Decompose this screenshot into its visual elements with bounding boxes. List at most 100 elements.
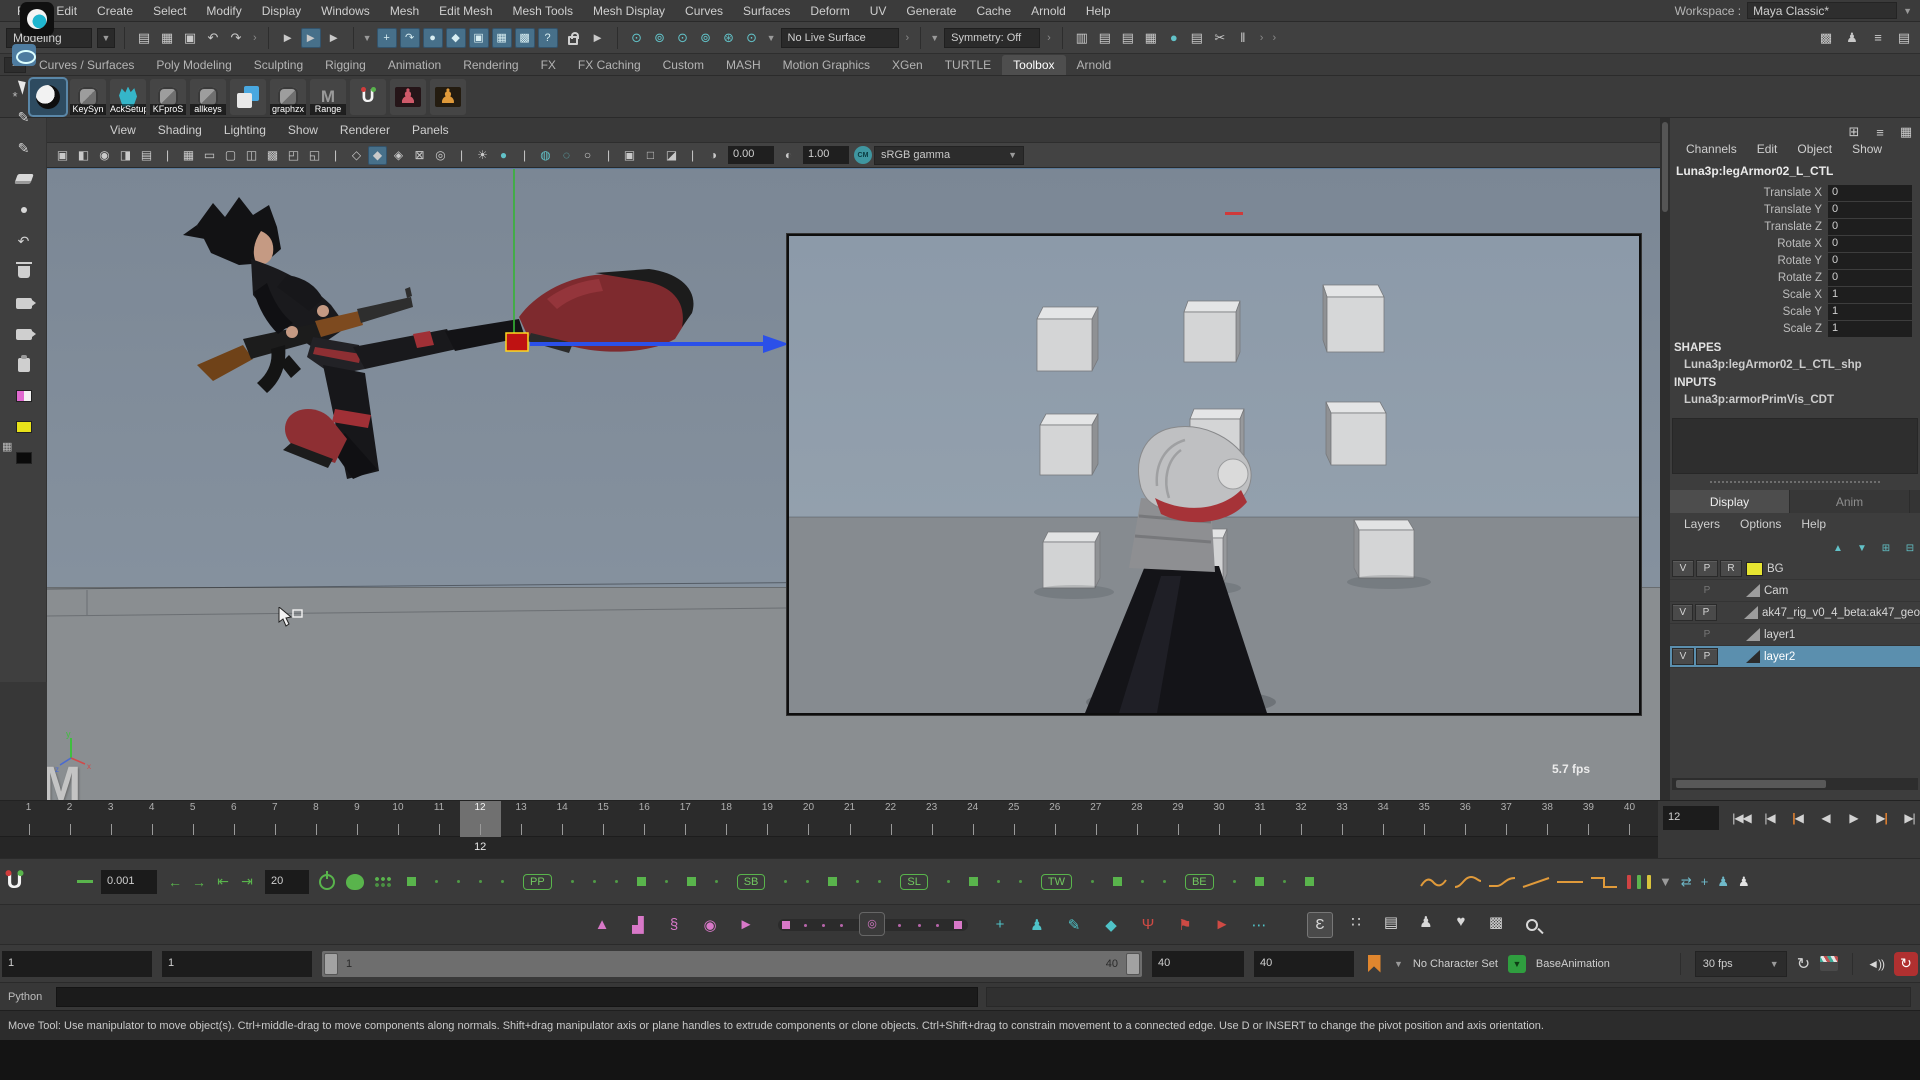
animbot-red-icon[interactable]: ↻ <box>1894 952 1918 976</box>
panel-menu-panels[interactable]: Panels <box>403 121 458 139</box>
options-dropdown-icon[interactable]: ▼ <box>1659 874 1672 889</box>
timeline-frame-8[interactable]: 8 <box>295 801 336 837</box>
eraser-icon[interactable] <box>12 168 36 190</box>
attribute-value-field[interactable]: 1 <box>1828 304 1912 320</box>
cube-tool-icon[interactable]: ▩ <box>1484 912 1508 932</box>
attribute-label[interactable]: Translate Z <box>1670 221 1828 233</box>
layer-row-bg[interactable]: VPRBG <box>1670 558 1920 580</box>
tangent-step-icon[interactable] <box>1589 874 1619 890</box>
menu-help[interactable]: Help <box>1077 2 1120 20</box>
field-chart-icon[interactable]: ▩ <box>263 146 282 165</box>
strip-square-mark[interactable] <box>1113 877 1122 886</box>
image-plane-icon[interactable]: ▤ <box>137 146 156 165</box>
panel-menu-renderer[interactable]: Renderer <box>331 121 399 139</box>
menu-cache[interactable]: Cache <box>967 2 1020 20</box>
step-back-key-button[interactable]: |◀ <box>1784 805 1811 831</box>
snap-dropdown-icon[interactable]: ▼ <box>363 33 372 43</box>
tangent-flat-icon[interactable] <box>1555 874 1585 890</box>
menu-arnold[interactable]: Arnold <box>1022 2 1075 20</box>
pen-icon[interactable]: ✎ <box>12 137 36 159</box>
pencil-icon[interactable]: ✎ <box>12 106 36 128</box>
select-camera-icon[interactable]: ▣ <box>53 146 72 165</box>
timeline-frame-6[interactable]: 6 <box>213 801 254 837</box>
safe-title-icon[interactable]: ◱ <box>305 146 324 165</box>
attribute-label[interactable]: Rotate X <box>1670 238 1828 250</box>
lock-selection-icon[interactable] <box>563 28 583 48</box>
shelf-tab-custom[interactable]: Custom <box>652 55 715 75</box>
menu-uv[interactable]: UV <box>861 2 896 20</box>
render-frame-icon[interactable]: ▤ <box>1095 28 1115 48</box>
strip-dot-mark[interactable] <box>878 880 881 883</box>
rocket-icon[interactable]: ▲ <box>590 915 614 935</box>
playback-start-field[interactable]: 1 <box>162 951 312 977</box>
anim-end-field[interactable]: 40 <box>1254 951 1354 977</box>
panel-menu-lighting[interactable]: Lighting <box>215 121 275 139</box>
layer-visible-toggle[interactable]: V <box>1672 604 1693 621</box>
time-slider[interactable]: 1234567891011121314151617181920212223242… <box>0 800 1920 858</box>
construction-history-icon[interactable]: ⊙ <box>673 28 693 48</box>
anim-layer-icon[interactable]: ▼ <box>1508 955 1526 973</box>
redo-icon[interactable]: ↷ <box>226 28 246 48</box>
shelf-tab-sculpting[interactable]: Sculpting <box>243 55 314 75</box>
select-hierarchy-icon[interactable]: ► <box>278 28 298 48</box>
input-connections-icon[interactable]: ⊙ <box>627 28 647 48</box>
move-layer-up-icon[interactable]: ▲ <box>1830 538 1846 558</box>
shelf-tab-xgen[interactable]: XGen <box>881 55 934 75</box>
timeline-frame-5[interactable]: 5 <box>172 801 213 837</box>
shelf-item-animbot[interactable]: U <box>350 79 386 115</box>
anim-start-field[interactable]: 1 <box>2 951 152 977</box>
channel-menu-edit[interactable]: Edit <box>1749 140 1786 158</box>
shelf-tab-arnold[interactable]: Arnold <box>1066 55 1123 75</box>
motion-blur-icon[interactable]: ◌ <box>557 146 576 165</box>
layer-menu-options[interactable]: Options <box>1732 515 1789 533</box>
layer-row-cam[interactable]: PCam <box>1670 580 1920 602</box>
timeline-frame-31[interactable]: 31 <box>1240 801 1281 837</box>
range-end-handle[interactable] <box>1126 953 1140 975</box>
timeline-frame-32[interactable]: 32 <box>1281 801 1322 837</box>
layer-color-swatch[interactable] <box>1746 562 1763 576</box>
camera-inset-panel[interactable] <box>787 234 1641 715</box>
shelf-item-graphzx[interactable]: graphzx <box>270 79 306 115</box>
heart-tool-icon[interactable]: ♥ <box>1449 912 1473 932</box>
key-green-icon[interactable] <box>1637 875 1641 889</box>
menu-windows[interactable]: Windows <box>312 2 379 20</box>
prev-key-icon[interactable]: ← <box>165 872 185 892</box>
play-backwards-button[interactable]: ◀ <box>1812 805 1839 831</box>
snap-curve-icon[interactable]: ↷ <box>400 28 420 48</box>
strip-dot-mark[interactable] <box>457 880 460 883</box>
ipr-render-icon[interactable]: ▤ <box>1118 28 1138 48</box>
animbot-logo-icon[interactable]: U <box>7 869 23 894</box>
timeline-frame-14[interactable]: 14 <box>542 801 583 837</box>
timeline-frame-3[interactable]: 3 <box>90 801 131 837</box>
timeline-frame-39[interactable]: 39 <box>1568 801 1609 837</box>
layer-menu-help[interactable]: Help <box>1793 515 1834 533</box>
xray-joints-icon[interactable]: ◪ <box>662 146 681 165</box>
epsilon-tool-icon[interactable]: Ɛ <box>1307 912 1333 938</box>
shape-node-name[interactable]: Luna3p:legArmor02_L_CTL_shp <box>1684 359 1862 371</box>
film-gate-icon[interactable]: ▭ <box>200 146 219 165</box>
camera-attributes-icon[interactable]: ◉ <box>95 146 114 165</box>
timeline-frame-40[interactable]: 40 <box>1609 801 1650 837</box>
sphere-tool-icon[interactable]: ◉ <box>698 915 722 935</box>
snapshot-icon[interactable] <box>12 292 36 314</box>
xray-icon[interactable]: □ <box>641 146 660 165</box>
undo-arrow-icon[interactable]: ↶ <box>12 230 36 252</box>
menu-display[interactable]: Display <box>253 2 310 20</box>
shelf-tab-rendering[interactable]: Rendering <box>452 55 529 75</box>
pause-viewport-icon[interactable]: ‖ <box>1233 28 1253 48</box>
ao-icon[interactable]: ◍ <box>536 146 555 165</box>
snap-plane-icon[interactable]: ▣ <box>469 28 489 48</box>
resolution-gate-icon[interactable]: ▢ <box>221 146 240 165</box>
swatch-yellow-icon[interactable] <box>12 416 36 438</box>
fps-dropdown[interactable]: 30 fps ▼ <box>1695 951 1787 977</box>
snap-uv-icon[interactable]: ▩ <box>515 28 535 48</box>
strip-dot-mark[interactable] <box>615 880 618 883</box>
timeline-frame-30[interactable]: 30 <box>1198 801 1239 837</box>
select-object-icon[interactable]: ► <box>301 28 321 48</box>
new-scene-icon[interactable]: ▤ <box>134 28 154 48</box>
strip-square-mark[interactable] <box>687 877 696 886</box>
humanik-icon[interactable]: ♟ <box>1842 28 1862 48</box>
trash-icon[interactable] <box>12 261 36 283</box>
open-scene-icon[interactable]: ▦ <box>157 28 177 48</box>
channel-box-icon[interactable]: ▤ <box>1894 28 1914 48</box>
